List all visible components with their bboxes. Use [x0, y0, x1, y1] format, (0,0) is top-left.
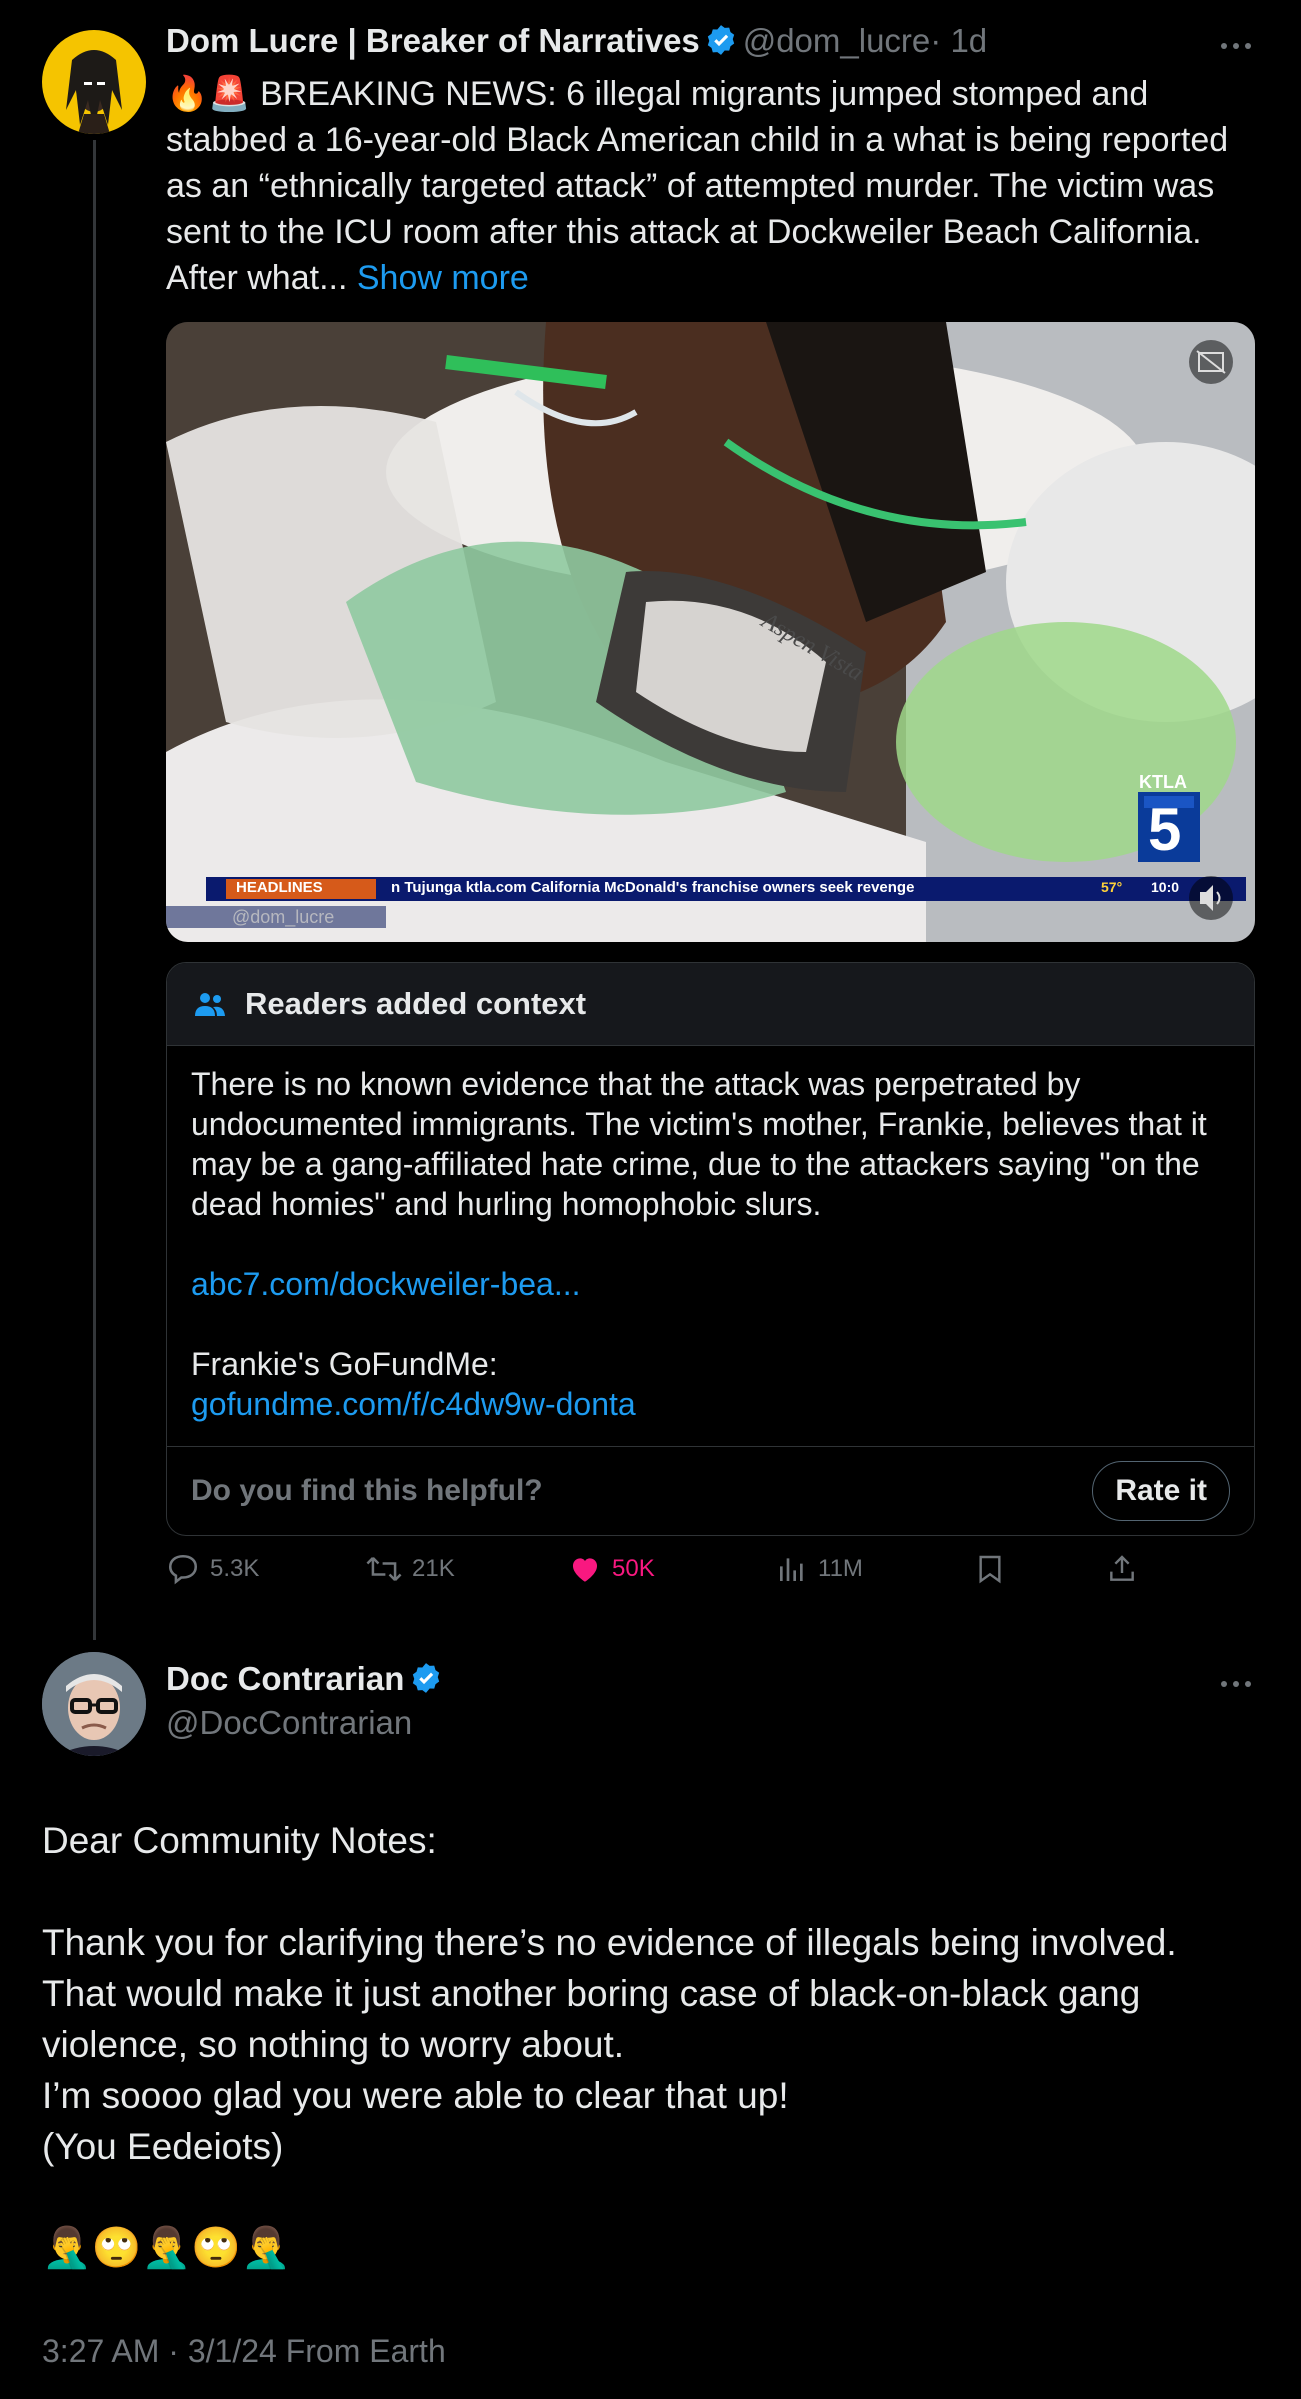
ticker-text: n Tujunga ktla.com California McDonald's…: [391, 879, 915, 896]
like-button[interactable]: 50K: [568, 1552, 655, 1586]
reply-line: [42, 1866, 1262, 1917]
community-note-header: Readers added context: [167, 963, 1254, 1046]
reply-line: That would make it just another boring c…: [42, 1973, 1141, 2014]
author-avatar[interactable]: [42, 30, 146, 134]
rate-it-button[interactable]: Rate it: [1092, 1461, 1230, 1521]
retweet-button[interactable]: 21K: [366, 1552, 455, 1586]
author-name[interactable]: Dom Lucre | Breaker of Narratives: [166, 22, 700, 59]
community-note-text: There is no known evidence that the atta…: [191, 1066, 1207, 1222]
reply-line: Thank you for clarifying there’s no evid…: [42, 1922, 1177, 1963]
tweet-text: 🔥🚨 BREAKING NEWS: 6 illegal migrants jum…: [166, 71, 1256, 301]
emoji-prefix: 🔥🚨: [166, 75, 251, 113]
analytics-icon: [780, 1558, 803, 1581]
reply-author-name[interactable]: Doc Contrarian: [166, 1660, 404, 1697]
bookmark-icon: [979, 1555, 1001, 1584]
more-options-icon[interactable]: [1216, 40, 1256, 52]
reply-count: 5.3K: [210, 1555, 260, 1582]
reply-line: violence, so nothing to worry about.: [42, 2024, 625, 2065]
ticker-label: HEADLINES: [236, 879, 323, 896]
reply-line: [42, 2172, 1262, 2223]
abc7-link[interactable]: abc7.com/dockweiler-bea...: [191, 1264, 1230, 1304]
bookmark-button[interactable]: [974, 1552, 1006, 1586]
thread-line: [93, 140, 96, 1640]
reply-author-avatar[interactable]: [42, 1652, 146, 1756]
retweet-icon: [366, 1557, 402, 1581]
reply-text: Dear Community Notes: Thank you for clar…: [42, 1815, 1262, 2274]
tweet-action-bar: 5.3K 21K 50K 11M: [166, 1552, 1256, 1592]
community-note-title: Readers added context: [245, 986, 587, 1021]
channel-number: 5: [1148, 796, 1182, 863]
timestamp-relative[interactable]: · 1d: [930, 22, 987, 59]
station-logo: KTLA: [1139, 772, 1187, 792]
reply-button[interactable]: 5.3K: [166, 1552, 259, 1586]
ticker-time: 10:0: [1151, 879, 1180, 895]
helpful-question: Do you find this helpful?: [191, 1474, 543, 1507]
views-button[interactable]: 11M: [776, 1552, 863, 1586]
gofundme-link[interactable]: gofundme.com/f/c4dw9w-donta: [191, 1384, 1230, 1424]
reply-line: I’m soooo glad you were able to clear th…: [42, 2075, 789, 2116]
reply-icon: [168, 1554, 198, 1585]
show-more-link[interactable]: Show more: [357, 259, 529, 297]
retweet-count: 21K: [412, 1555, 455, 1582]
verified-badge-icon: [412, 1663, 440, 1693]
more-options-icon[interactable]: [1216, 1678, 1256, 1690]
like-count: 50K: [612, 1555, 655, 1582]
share-button[interactable]: [1106, 1552, 1138, 1586]
reply-line: Dear Community Notes:: [42, 1820, 437, 1861]
ticker-temp: 57°: [1101, 879, 1123, 895]
reply-timestamp[interactable]: 3:27 AM · 3/1/24 From Earth: [42, 2333, 446, 2370]
tweet-video[interactable]: HEADLINES n Tujunga ktla.com California …: [166, 322, 1255, 942]
author-handle[interactable]: @dom_lucre: [743, 22, 931, 59]
gofundme-label: Frankie's GoFundMe:: [191, 1346, 498, 1382]
reply-author-handle[interactable]: @DocContrarian: [166, 1704, 412, 1742]
tweet-body: BREAKING NEWS: 6 illegal migrants jumped…: [166, 75, 1229, 297]
share-icon: [1110, 1555, 1134, 1581]
reply-emojis: 🤦‍♂️🙄🤦‍♂️🙄🤦‍♂️: [42, 2226, 292, 2270]
heart-icon: [572, 1558, 598, 1582]
people-icon: [195, 993, 225, 1016]
verified-badge-icon: [708, 25, 735, 55]
community-note: Readers added context There is no known …: [166, 962, 1255, 1536]
video-watermark: @dom_lucre: [232, 907, 335, 927]
reply-line: (You Eedeiots): [42, 2126, 284, 2167]
view-count: 11M: [818, 1555, 863, 1582]
